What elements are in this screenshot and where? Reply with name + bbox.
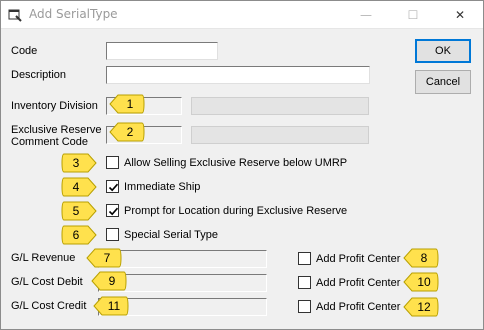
exclusive-reserve-label: Exclusive Reserve: [11, 124, 102, 136]
callout-marker: 12: [403, 296, 439, 318]
checkmark-icon: [108, 207, 119, 216]
comment-code-description: [191, 126, 369, 144]
gl-cost-debit-label: G/L Cost Debit: [11, 276, 83, 288]
callout-number: 1: [126, 97, 134, 111]
comment-code-label: Comment Code: [11, 136, 89, 148]
callout-marker: 2: [109, 121, 145, 143]
callout-number: 12: [417, 300, 431, 314]
dialog-body: Code Description OK Cancel Inventory Div…: [1, 30, 483, 329]
code-label: Code: [11, 45, 38, 57]
profit-center-credit-label: Add Profit Center: [316, 301, 401, 313]
special-serial-checkbox[interactable]: [106, 228, 119, 241]
profit-center-revenue-label: Add Profit Center: [316, 253, 401, 265]
checkmark-icon: [108, 183, 119, 192]
ok-button[interactable]: OK: [415, 39, 471, 63]
close-button[interactable]: ✕: [437, 1, 483, 29]
minimize-button[interactable]: —: [343, 1, 389, 29]
allow-selling-label: Allow Selling Exclusive Reserve below UM…: [124, 157, 348, 169]
cancel-button[interactable]: Cancel: [415, 70, 471, 94]
immediate-ship-checkbox[interactable]: [106, 180, 119, 193]
description-label: Description: [11, 69, 67, 81]
app-icon: [8, 9, 22, 22]
callout-number: 7: [103, 251, 111, 265]
description-input[interactable]: [106, 66, 370, 84]
callout-number: 3: [72, 156, 80, 170]
callout-marker: 11: [93, 295, 129, 317]
allow-selling-checkbox[interactable]: [106, 156, 119, 169]
dialog-window: Add SerialType — ☐ ✕ Code Description OK…: [0, 0, 484, 330]
title-bar: Add SerialType — ☐ ✕: [1, 1, 483, 29]
callout-marker: 4: [61, 176, 97, 198]
inventory-division-description: [191, 97, 369, 115]
callout-marker: 5: [61, 200, 97, 222]
callout-number: 2: [126, 125, 134, 139]
callout-number: 11: [107, 299, 121, 313]
callout-number: 6: [72, 228, 80, 242]
gl-revenue-label: G/L Revenue: [11, 252, 76, 264]
callout-number: 9: [108, 274, 116, 288]
callout-number: 4: [72, 180, 80, 194]
callout-marker: 3: [61, 152, 97, 174]
callout-marker: 6: [61, 224, 97, 246]
profit-center-debit-label: Add Profit Center: [316, 277, 401, 289]
callout-number: 10: [417, 275, 431, 289]
callout-number: 5: [72, 204, 80, 218]
callout-marker: 9: [91, 270, 127, 292]
profit-center-credit-checkbox[interactable]: [298, 300, 311, 313]
code-input[interactable]: [106, 42, 218, 60]
callout-marker: 10: [403, 271, 439, 293]
gl-revenue-input[interactable]: [98, 250, 267, 268]
gl-cost-credit-label: G/L Cost Credit: [11, 300, 87, 312]
callout-number: 8: [420, 251, 428, 265]
maximize-button[interactable]: ☐: [390, 1, 436, 29]
profit-center-debit-checkbox[interactable]: [298, 276, 311, 289]
prompt-location-checkbox[interactable]: [106, 204, 119, 217]
window-title: Add SerialType: [29, 7, 118, 21]
prompt-location-label: Prompt for Location during Exclusive Res…: [124, 205, 348, 217]
immediate-ship-label: Immediate Ship: [124, 181, 201, 193]
callout-marker: 1: [109, 93, 145, 115]
special-serial-label: Special Serial Type: [124, 229, 218, 241]
inventory-division-label: Inventory Division: [11, 100, 98, 112]
callout-marker: 7: [86, 247, 122, 269]
callout-marker: 8: [403, 247, 439, 269]
profit-center-revenue-checkbox[interactable]: [298, 252, 311, 265]
